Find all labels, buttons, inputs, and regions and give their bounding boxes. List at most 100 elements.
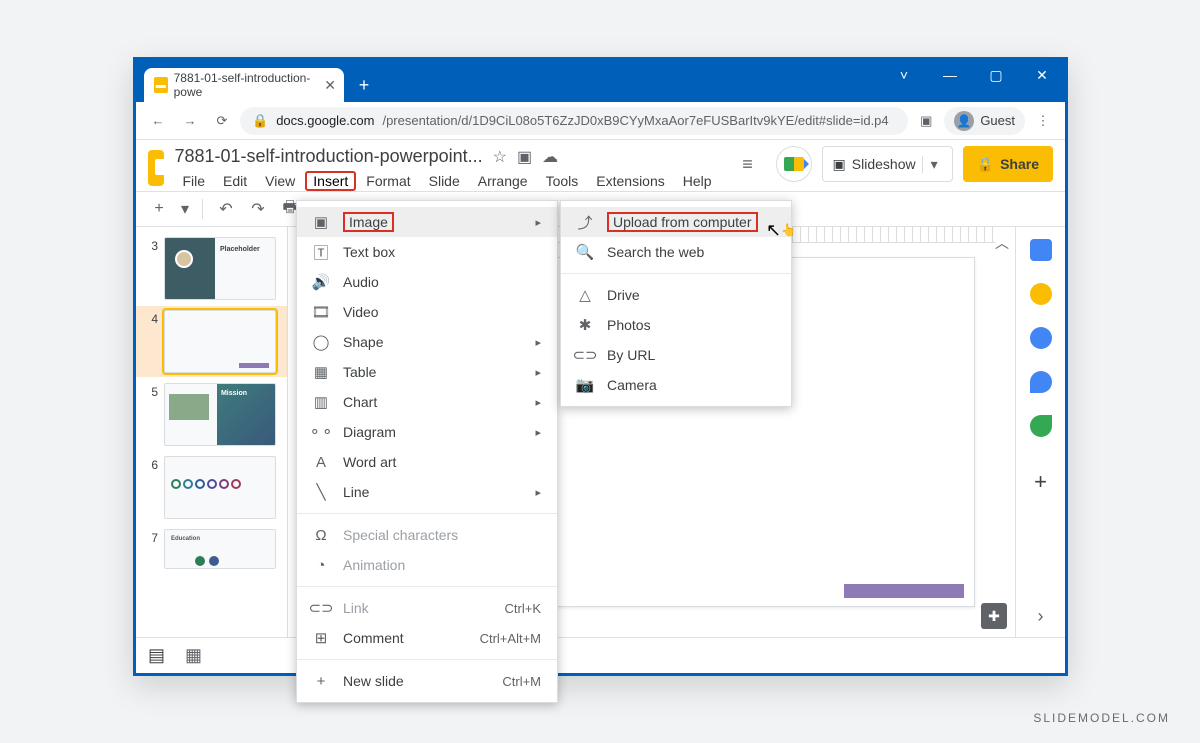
slide-thumbnail-selected[interactable] xyxy=(164,310,276,373)
extensions-icon[interactable]: ▣ xyxy=(912,107,940,135)
docs-header: 7881-01-self-introduction-powerpoint... … xyxy=(136,140,1065,191)
slide-thumbnail[interactable]: Placeholder xyxy=(164,237,276,300)
photos-item[interactable]: ✱ Photos xyxy=(561,310,791,340)
document-title[interactable]: 7881-01-self-introduction-powerpoint... xyxy=(174,146,482,167)
new-tab-button[interactable]: + xyxy=(350,71,378,99)
slides-logo-icon[interactable] xyxy=(148,150,164,186)
reload-button[interactable]: ⟳ xyxy=(208,107,236,135)
menu-extensions[interactable]: Extensions xyxy=(588,171,672,191)
meet-button[interactable] xyxy=(776,146,812,182)
insert-video-item[interactable]: 🎞 Video xyxy=(297,297,557,327)
insert-diagram-item[interactable]: ⚬⚬ Diagram ▸ xyxy=(297,417,557,447)
share-button[interactable]: 🔒 Share xyxy=(963,146,1053,182)
browser-menu-button[interactable]: ⋮ xyxy=(1029,107,1057,135)
thumbnail-row[interactable]: 4 xyxy=(136,306,287,377)
table-icon: ▦ xyxy=(311,363,331,381)
diagram-icon: ⚬⚬ xyxy=(311,423,331,441)
thumbnail-row[interactable]: 5 Mission xyxy=(136,383,287,446)
animation-icon: ◔ xyxy=(311,557,331,574)
tasks-icon[interactable] xyxy=(1030,327,1052,349)
insert-comment-item[interactable]: ⊞ Comment Ctrl+Alt+M xyxy=(297,623,557,653)
menu-edit[interactable]: Edit xyxy=(215,171,255,191)
keep-icon[interactable] xyxy=(1030,283,1052,305)
search-web-item[interactable]: 🔍 Search the web xyxy=(561,237,791,267)
collapse-panel-icon[interactable]: ︿ xyxy=(995,233,1009,253)
new-slide-caret-icon[interactable]: ▾ xyxy=(178,196,192,222)
grid-view-button[interactable]: ▦ xyxy=(185,645,202,666)
maps-icon[interactable] xyxy=(1030,415,1052,437)
browser-tab[interactable]: ▬ 7881-01-self-introduction-powe ✕ xyxy=(144,68,344,102)
insert-textbox-item[interactable]: 🅃 Text box xyxy=(297,237,557,267)
menu-help[interactable]: Help xyxy=(675,171,720,191)
forward-button[interactable]: → xyxy=(176,107,204,135)
calendar-icon[interactable] xyxy=(1030,239,1052,261)
hide-side-panel-button[interactable]: › xyxy=(1038,606,1044,627)
filmstrip-view-button[interactable]: ▤ xyxy=(148,645,165,666)
upload-from-computer-item[interactable]: ⤴ Upload from computer xyxy=(561,207,791,237)
window-maximize-button[interactable]: ▢ xyxy=(973,60,1019,90)
profile-chip[interactable]: 👤 Guest xyxy=(944,107,1025,135)
share-lock-icon: 🔒 xyxy=(977,156,994,173)
slide-thumbnail[interactable] xyxy=(164,456,276,519)
back-button[interactable]: ← xyxy=(144,107,172,135)
menu-view[interactable]: View xyxy=(257,171,303,191)
insert-wordart-item[interactable]: A Word art xyxy=(297,447,557,477)
insert-menu-dropdown: ▣ Image ▸ 🅃 Text box 🔊 Audio 🎞 Video ◯ S… xyxy=(296,200,558,703)
byurl-item[interactable]: ⊂⊃ By URL xyxy=(561,340,791,370)
insert-table-item[interactable]: ▦ Table ▸ xyxy=(297,357,557,387)
addons-plus-button[interactable]: + xyxy=(1034,469,1047,495)
slideshow-button[interactable]: ▣ Slideshow ▾ xyxy=(822,146,953,182)
slide-thumbnail[interactable]: Education xyxy=(164,529,276,569)
thumbnail-row[interactable]: 7 Education xyxy=(136,529,287,569)
submenu-arrow-icon: ▸ xyxy=(535,396,541,409)
contacts-icon[interactable] xyxy=(1030,371,1052,393)
insert-shape-item[interactable]: ◯ Shape ▸ xyxy=(297,327,557,357)
menu-label: Chart xyxy=(343,394,377,410)
insert-line-item[interactable]: ╲ Line ▸ xyxy=(297,477,557,507)
insert-animation-item: ◔ Animation xyxy=(297,550,557,580)
menu-slide[interactable]: Slide xyxy=(421,171,468,191)
window-dropdown-icon[interactable]: ˅ xyxy=(881,60,927,90)
address-bar[interactable]: 🔒 docs.google.com /presentation/d/1D9CiL… xyxy=(240,107,908,135)
status-bar: ▤ ▦ xyxy=(136,637,1065,673)
undo-button[interactable]: ↶ xyxy=(213,196,239,222)
tab-close-icon[interactable]: ✕ xyxy=(324,77,336,94)
slide-accent-shape xyxy=(844,584,964,598)
redo-button[interactable]: ↷ xyxy=(245,196,271,222)
menu-arrange[interactable]: Arrange xyxy=(470,171,536,191)
slideshow-caret-icon[interactable]: ▾ xyxy=(922,156,946,173)
cloud-status-icon[interactable]: ☁ xyxy=(542,147,558,167)
menu-shortcut: Ctrl+Alt+M xyxy=(480,631,541,646)
menu-file[interactable]: File xyxy=(174,171,213,191)
shape-icon: ◯ xyxy=(311,333,331,351)
camera-item[interactable]: 📷 Camera xyxy=(561,370,791,400)
move-icon[interactable]: ▣ xyxy=(517,147,532,167)
menu-insert[interactable]: Insert xyxy=(305,171,356,191)
insert-newslide-item[interactable]: + New slide Ctrl+M xyxy=(297,666,557,696)
slide-thumbnail[interactable]: Mission xyxy=(164,383,276,446)
star-icon[interactable]: ☆ xyxy=(493,147,507,167)
insert-audio-item[interactable]: 🔊 Audio xyxy=(297,267,557,297)
window-minimize-button[interactable]: — xyxy=(927,60,973,90)
avatar-icon: 👤 xyxy=(954,111,974,131)
share-label: Share xyxy=(1000,156,1039,172)
lock-icon: 🔒 xyxy=(252,113,268,129)
add-comment-button[interactable]: ✚ xyxy=(981,603,1007,629)
menu-format[interactable]: Format xyxy=(358,171,418,191)
toolbar-divider xyxy=(202,199,203,219)
menu-separator xyxy=(297,659,557,660)
thumbnail-row[interactable]: 6 xyxy=(136,456,287,519)
comments-button[interactable]: ≡ xyxy=(730,146,766,182)
insert-chart-item[interactable]: ▥ Chart ▸ xyxy=(297,387,557,417)
line-icon: ╲ xyxy=(311,483,331,501)
new-slide-button[interactable]: + xyxy=(146,196,172,222)
drive-item[interactable]: △ Drive xyxy=(561,280,791,310)
thumbnail-row[interactable]: 3 Placeholder xyxy=(136,237,287,300)
menu-label: Audio xyxy=(343,274,379,290)
menu-label: By URL xyxy=(607,347,655,363)
menu-tools[interactable]: Tools xyxy=(538,171,587,191)
submenu-arrow-icon: ▸ xyxy=(535,426,541,439)
thumbnail-panel[interactable]: 3 Placeholder 4 5 Mission 6 xyxy=(136,227,288,637)
window-close-button[interactable]: ✕ xyxy=(1019,60,1065,90)
insert-image-item[interactable]: ▣ Image ▸ xyxy=(297,207,557,237)
